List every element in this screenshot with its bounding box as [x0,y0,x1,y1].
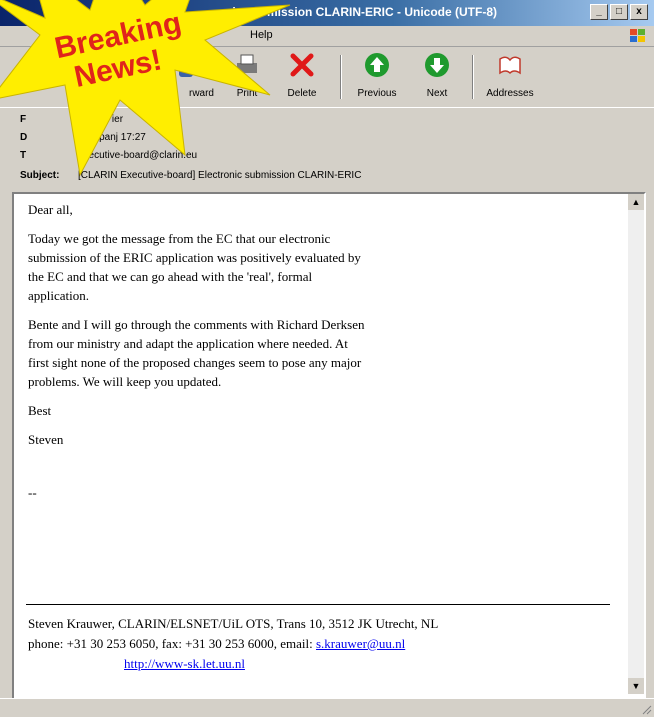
up-arrow-icon [365,53,389,77]
window-controls: _ □ x [590,4,648,20]
windows-logo-icon [630,29,645,42]
resize-grip-icon[interactable] [640,703,652,715]
address-book-icon [499,56,521,75]
previous-label: Previous [357,88,397,99]
addresses-label: Addresses [486,88,534,99]
signature-dashes: -- [28,485,37,500]
toolbar-separator [340,55,342,99]
message-body[interactable]: Dear all, Today we got the message from … [12,192,646,700]
scroll-up-arrow-icon[interactable]: ▲ [628,194,644,210]
scroll-down-arrow-icon[interactable]: ▼ [628,678,644,694]
addresses-button[interactable]: Addresses [478,51,542,103]
previous-button[interactable]: Previous [345,51,409,103]
email-window: nic submission CLARIN-ERIC - Unicode (UT… [0,0,654,717]
breaking-news-starburst: Breaking News! [0,0,291,177]
website-link[interactable]: http://www-sk.let.uu.nl [124,656,245,671]
greeting: Dear all, [28,202,73,217]
sender-name: Steven [28,432,64,447]
paragraph-2: Bente and I will go through the comments… [28,317,365,389]
paragraph-1: Today we got the message from the EC tha… [28,231,361,303]
next-label: Next [426,88,448,99]
down-arrow-icon [425,53,449,77]
contact-info: phone: +31 30 253 6050, fax: +31 30 253 … [28,636,316,651]
signature: Steven Krauwer, CLARIN/ELSNET/UiL OTS, T… [28,614,438,674]
minimize-button[interactable]: _ [590,4,608,20]
next-button[interactable]: Next [405,51,469,103]
message-text: Dear all, Today we got the message from … [28,200,618,512]
signature-line-3: http://www-sk.let.uu.nl [28,654,438,674]
signature-line-2: phone: +31 30 253 6050, fax: +31 30 253 … [28,634,438,654]
status-bar [0,698,654,717]
signature-line-1: Steven Krauwer, CLARIN/ELSNET/UiL OTS, T… [28,616,439,631]
close-button[interactable]: x [630,4,648,20]
signature-rule [26,604,610,605]
email-link[interactable]: s.krauwer@uu.nl [316,636,405,651]
toolbar-separator [472,55,474,99]
vertical-scrollbar[interactable]: ▲ ▼ [628,194,644,694]
maximize-button[interactable]: □ [610,4,628,20]
closing: Best [28,403,52,418]
